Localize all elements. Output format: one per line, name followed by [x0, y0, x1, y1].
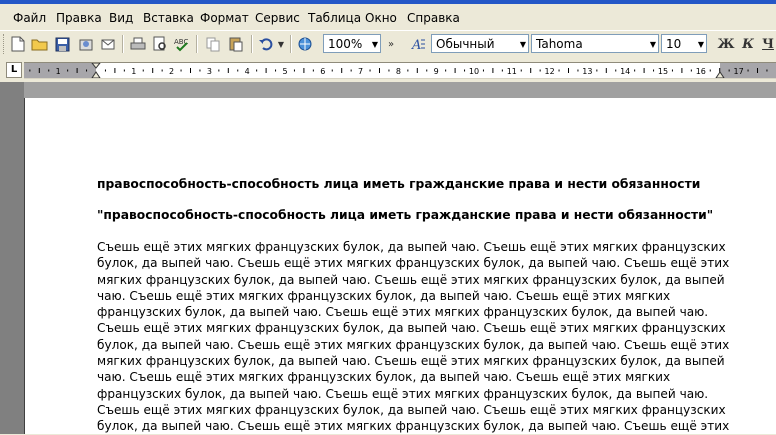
undo-dropdown-icon[interactable]: ▼: [275, 34, 287, 54]
heading-2: "правоспособность-способность лица иметь…: [97, 208, 714, 222]
ruler-number: 12: [545, 67, 555, 76]
horizontal-ruler[interactable]: 1 1 2 3 4 5 6 7 8 9 10 11 12 13 14 15 16 17: [24, 62, 776, 79]
undo-icon[interactable]: [256, 34, 276, 54]
ruler-number: 1: [131, 67, 136, 76]
body-line: мягких французских булок, да выпей чаю. …: [97, 354, 725, 369]
menu-tools[interactable]: Сервис: [255, 11, 300, 25]
toolbar-separator: [196, 35, 198, 53]
toolbar-separator: [251, 35, 253, 53]
hanging-indent-marker[interactable]: [91, 71, 101, 78]
toolbar-separator: [122, 35, 124, 53]
ruler-row: L 1 1 2 3 4 5 6 7 8 9 10 11 12 13 14 15 16 17: [0, 59, 776, 81]
print-icon[interactable]: [128, 34, 148, 54]
ruler-number: 9: [434, 67, 439, 76]
body-line: чаю. Съешь ещё этих мягких французских б…: [97, 288, 671, 303]
toolbar-options-icon[interactable]: »: [384, 34, 398, 54]
body-line: чаю. Съешь ещё этих мягких французских б…: [97, 370, 671, 385]
menu-bar: Файл Правка Вид Вставка Формат Сервис Та…: [0, 4, 776, 30]
underline-button[interactable]: Ч: [760, 34, 776, 54]
ruler-number: 8: [396, 67, 401, 76]
save-icon[interactable]: [52, 34, 72, 54]
page-top-gap: [24, 82, 776, 98]
ruler-number: 1: [56, 67, 61, 76]
open-folder-icon[interactable]: [30, 34, 50, 54]
ruler-number: 7: [358, 67, 363, 76]
print-preview-icon[interactable]: [150, 34, 170, 54]
body-line: булок, да выпей чаю. Съешь ещё этих мягк…: [97, 419, 730, 434]
menu-edit[interactable]: Правка: [56, 11, 102, 25]
tab-selector[interactable]: L: [6, 62, 22, 78]
body-line: Съешь ещё этих мягких французских булок,…: [97, 321, 726, 336]
font-size-select[interactable]: 10 ▼: [661, 34, 707, 53]
body-line: Съешь ещё этих мягких французских булок,…: [97, 402, 726, 417]
document-page[interactable]: правоспособность-способность лица иметь …: [24, 98, 776, 434]
body-line: французских булок, да выпей чаю. Съешь е…: [97, 386, 709, 401]
menu-file[interactable]: Файл: [13, 11, 46, 25]
font-select[interactable]: Tahoma ▼: [531, 34, 659, 53]
toolbar-grip[interactable]: [3, 34, 7, 54]
chevron-down-icon: ▼: [649, 40, 656, 49]
menu-help[interactable]: Справка: [407, 11, 460, 25]
paste-icon[interactable]: [226, 34, 246, 54]
ruler-number: 2: [169, 67, 174, 76]
bold-button[interactable]: Ж: [716, 34, 736, 54]
body-line: булок, да выпей чаю. Съешь ещё этих мягк…: [97, 337, 730, 352]
body-line: булок, да выпей чаю. Съешь ещё этих мягк…: [97, 256, 730, 271]
italic-button[interactable]: К: [738, 34, 758, 54]
menu-view[interactable]: Вид: [109, 11, 133, 25]
svg-text:A: A: [411, 38, 421, 52]
font-size-value: 10: [666, 37, 682, 51]
ruler-ticks: 1 1 2 3 4 5 6 7 8 9 10 11 12 13 14 15 16 17: [29, 63, 768, 78]
style-select[interactable]: Обычный ▼: [431, 34, 529, 53]
ruler-number: 5: [282, 67, 287, 76]
menu-insert[interactable]: Вставка: [143, 11, 194, 25]
ruler-number: 16: [696, 67, 706, 76]
styles-pane-icon[interactable]: A: [409, 34, 429, 54]
right-indent-marker[interactable]: [715, 71, 725, 78]
ruler-number: 4: [245, 67, 250, 76]
font-value: Tahoma: [536, 37, 583, 51]
first-line-indent-marker[interactable]: [91, 63, 101, 69]
ruler-number: 3: [207, 67, 212, 76]
body-line: мягких французских булок, да выпей чаю. …: [97, 272, 725, 287]
ruler-number: 13: [582, 67, 592, 76]
zoom-value: 100%: [328, 37, 363, 51]
menu-table[interactable]: Таблица: [308, 11, 361, 25]
ruler-number: 15: [658, 67, 668, 76]
toolbar: ABC ▼ 100% ▼ » A Обычный ▼ Tahoma ▼ 10 ▼…: [0, 30, 776, 60]
heading-1: правоспособность-способность лица иметь …: [97, 177, 701, 191]
document-area: правоспособность-способность лица иметь …: [0, 82, 776, 434]
menu-window[interactable]: Окно: [365, 11, 397, 25]
style-value: Обычный: [436, 37, 495, 51]
chevron-down-icon: ▼: [519, 40, 526, 49]
spelling-icon[interactable]: ABC: [172, 34, 192, 54]
ruler-number: 10: [469, 67, 479, 76]
ruler-number: 14: [620, 67, 630, 76]
body-paragraph: Съешь ещё этих мягких французских булок,…: [97, 239, 737, 435]
web-icon[interactable]: [295, 34, 315, 54]
permissions-icon[interactable]: [76, 34, 96, 54]
body-line: французских булок, да выпей чаю. Съешь е…: [97, 305, 709, 320]
chevron-down-icon: ▼: [697, 40, 704, 49]
toolbar-separator: [290, 35, 292, 53]
chevron-down-icon: ▼: [371, 40, 378, 49]
email-icon[interactable]: [98, 34, 118, 54]
body-line: Съешь ещё этих мягких французских булок,…: [97, 240, 726, 254]
copy-icon[interactable]: [203, 34, 223, 54]
ruler-number: 11: [507, 67, 517, 76]
new-document-icon[interactable]: [8, 34, 28, 54]
zoom-select[interactable]: 100% ▼: [323, 34, 381, 53]
menu-format[interactable]: Формат: [200, 11, 249, 25]
ruler-number: 6: [320, 67, 325, 76]
ruler-number: 17: [734, 67, 744, 76]
